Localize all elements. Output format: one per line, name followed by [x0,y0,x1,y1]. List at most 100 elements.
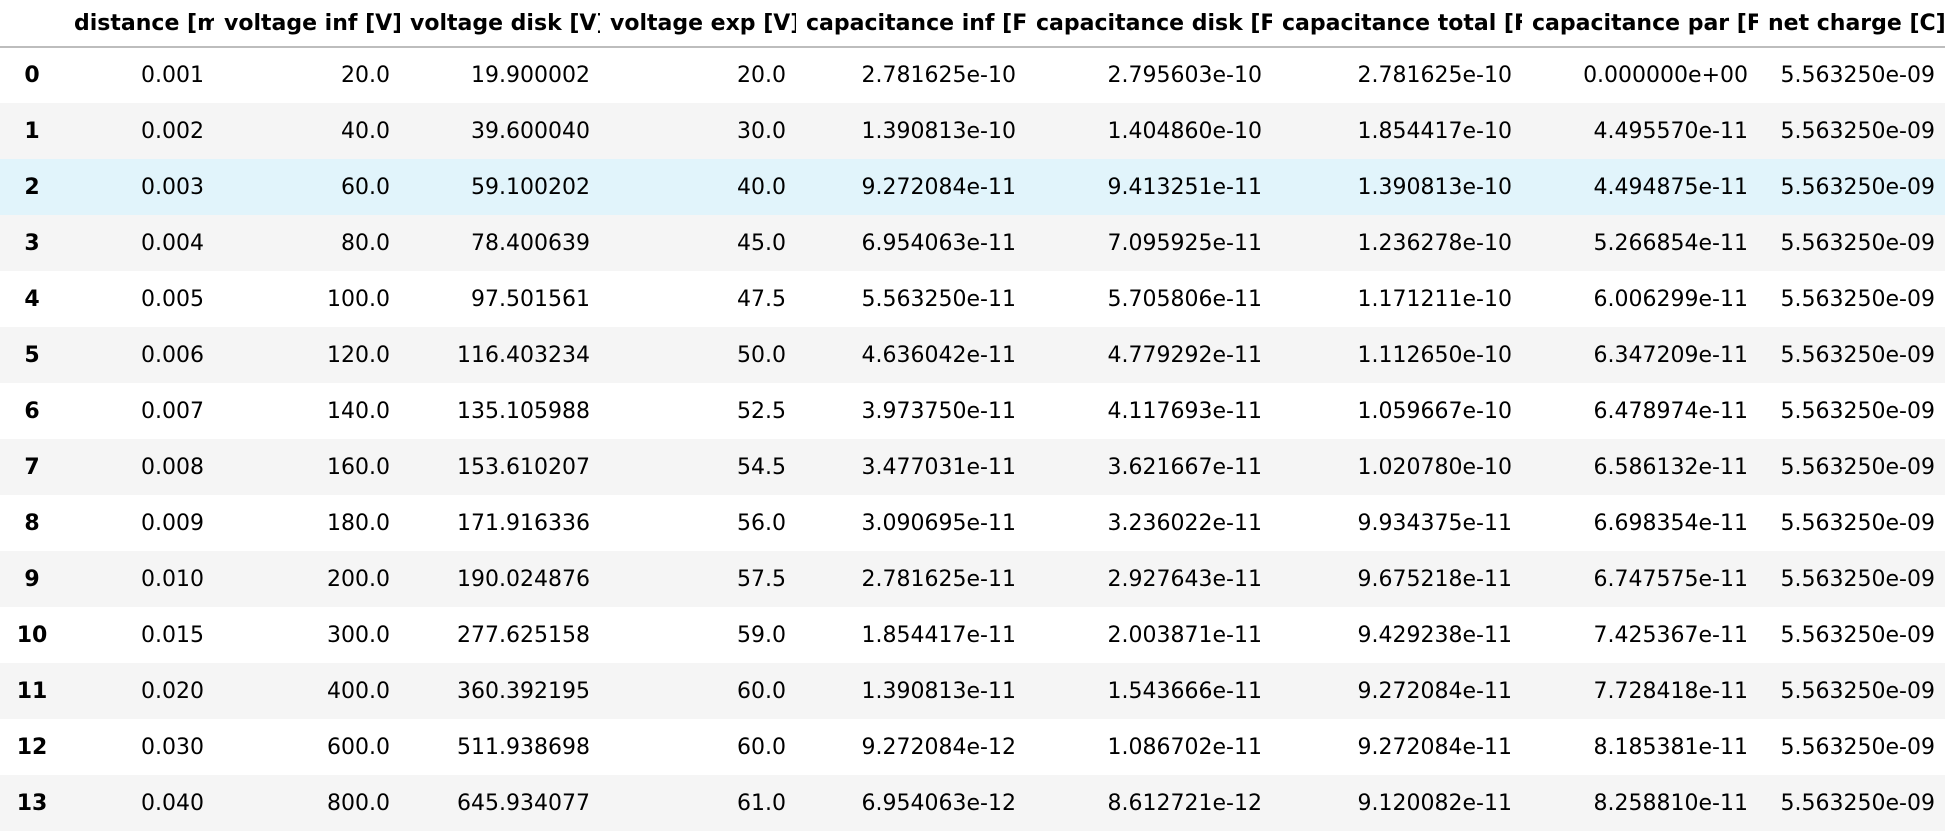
table-cell: 200.0 [327,566,390,592]
table-cell: 0.010 [141,566,204,592]
table-cell: 0.020 [141,678,204,704]
table-cell: 9.934375e-11 [1357,510,1512,536]
table-row: 6 0.007 140.0 135.105988 52.5 3.973750e-11 4.1… [0,383,1945,439]
table-row: 11 0.020 400.0 360.392195 60.0 1.390813e-11 1.… [0,663,1945,719]
column-header: voltage inf [V] [224,10,400,36]
table-cell: 135.105988 [457,398,590,424]
table-cell: 9.272084e-11 [1357,734,1512,760]
table-cell: 0.008 [141,454,204,480]
table-cell: 4.779292e-11 [1107,342,1262,368]
table-cell: 97.501561 [471,286,590,312]
table-cell: 0.000000e+00 [1583,63,1748,88]
table-cell: 2.781625e-10 [861,63,1016,88]
column-header: capacitance par [F] [1532,10,1758,36]
table-cell: 5.563250e-09 [1780,342,1935,368]
table-cell: 116.403234 [457,342,590,368]
table-cell: 3.477031e-11 [861,454,1016,480]
table-cell: 360.392195 [457,678,590,704]
table-cell: 277.625158 [457,622,590,648]
table-cell: 6.347209e-11 [1593,342,1748,368]
table-row: 5 0.006 120.0 116.403234 50.0 4.636042e-11 4.7… [0,327,1945,383]
table-cell: 5.563250e-11 [861,286,1016,312]
table-row: 4 0.005 100.0 97.501561 47.5 5.563250e-11 5.70… [0,271,1945,327]
table-cell: 4.495570e-11 [1593,118,1748,144]
table-cell: 54.5 [737,454,786,480]
table-cell: 9.272084e-11 [861,174,1016,200]
table-cell: 60.0 [341,174,390,200]
table-cell: 2.781625e-11 [861,566,1016,592]
table-cell: 60.0 [737,678,786,704]
table-cell: 800.0 [327,790,390,816]
table-cell: 9.272084e-12 [861,734,1016,760]
column-header: capacitance total [F] [1282,10,1522,36]
table-cell: 61.0 [737,790,786,816]
table-cell: 0.040 [141,790,204,816]
table-cell: 40.0 [341,118,390,144]
table-cell: 5.563250e-09 [1780,118,1935,144]
table-cell: 0.005 [141,286,204,312]
row-index: 13 [16,790,48,816]
row-index: 10 [16,622,48,648]
table-cell: 3.621667e-11 [1107,454,1262,480]
table-cell: 56.0 [737,510,786,536]
table-cell: 1.390813e-10 [1357,174,1512,200]
table-cell: 20.0 [737,63,786,88]
table-cell: 1.086702e-11 [1107,734,1262,760]
table-cell: 57.5 [737,566,786,592]
table-cell: 6.698354e-11 [1593,510,1748,536]
row-index: 6 [24,398,40,424]
column-header: distance [m] [74,10,214,36]
table-cell: 1.236278e-10 [1357,230,1512,256]
table-cell: 6.006299e-11 [1593,286,1748,312]
row-index: 11 [16,678,48,704]
row-index: 7 [24,454,40,480]
table-cell: 120.0 [327,342,390,368]
table-cell: 1.543666e-11 [1107,678,1262,704]
row-index: 2 [24,174,40,200]
table-row: 0 0.001 20.0 19.900002 20.0 2.781625e-10 2.795… [0,47,1945,103]
table-cell: 400.0 [327,678,390,704]
table-cell: 9.429238e-11 [1357,622,1512,648]
table-cell: 5.563250e-09 [1780,398,1935,424]
index-header [0,0,64,47]
table-cell: 5.563250e-09 [1780,230,1935,256]
table-cell: 153.610207 [457,454,590,480]
table-cell: 6.954063e-12 [861,790,1016,816]
table-cell: 80.0 [341,230,390,256]
table-cell: 8.612721e-12 [1107,790,1262,816]
table-cell: 2.003871e-11 [1107,622,1262,648]
column-header: voltage exp [V] [610,10,796,36]
table-cell: 9.120082e-11 [1357,790,1512,816]
table-cell: 39.600040 [471,118,590,144]
row-index: 5 [24,342,40,368]
table-cell: 6.747575e-11 [1593,566,1748,592]
table-cell: 5.563250e-09 [1780,174,1935,200]
table-cell: 0.001 [141,63,204,88]
table-cell: 5.563250e-09 [1780,734,1935,760]
table-cell: 1.390813e-11 [861,678,1016,704]
table-cell: 9.413251e-11 [1107,174,1262,200]
table-cell: 5.563250e-09 [1780,286,1935,312]
row-index: 9 [24,566,40,592]
table-cell: 511.938698 [457,734,590,760]
table-cell: 52.5 [737,398,786,424]
table-cell: 3.090695e-11 [861,510,1016,536]
table-cell: 6.478974e-11 [1593,398,1748,424]
table-cell: 60.0 [737,734,786,760]
column-header: capacitance disk [F] [1036,10,1272,36]
table-cell: 180.0 [327,510,390,536]
table-body: 0 0.001 20.0 19.900002 20.0 2.781625e-10 2.795… [0,47,1945,831]
table-cell: 45.0 [737,230,786,256]
table-cell: 4.494875e-11 [1593,174,1748,200]
table-cell: 0.003 [141,174,204,200]
table-cell: 3.236022e-11 [1107,510,1262,536]
table-cell: 59.100202 [471,174,590,200]
table-cell: 1.059667e-10 [1357,398,1512,424]
table-cell: 3.973750e-11 [861,398,1016,424]
table-cell: 1.854417e-11 [861,622,1016,648]
table-cell: 1.171211e-10 [1357,286,1512,312]
table-cell: 0.015 [141,622,204,648]
row-index: 3 [24,230,40,256]
table-cell: 30.0 [737,118,786,144]
table-cell: 7.728418e-11 [1593,678,1748,704]
